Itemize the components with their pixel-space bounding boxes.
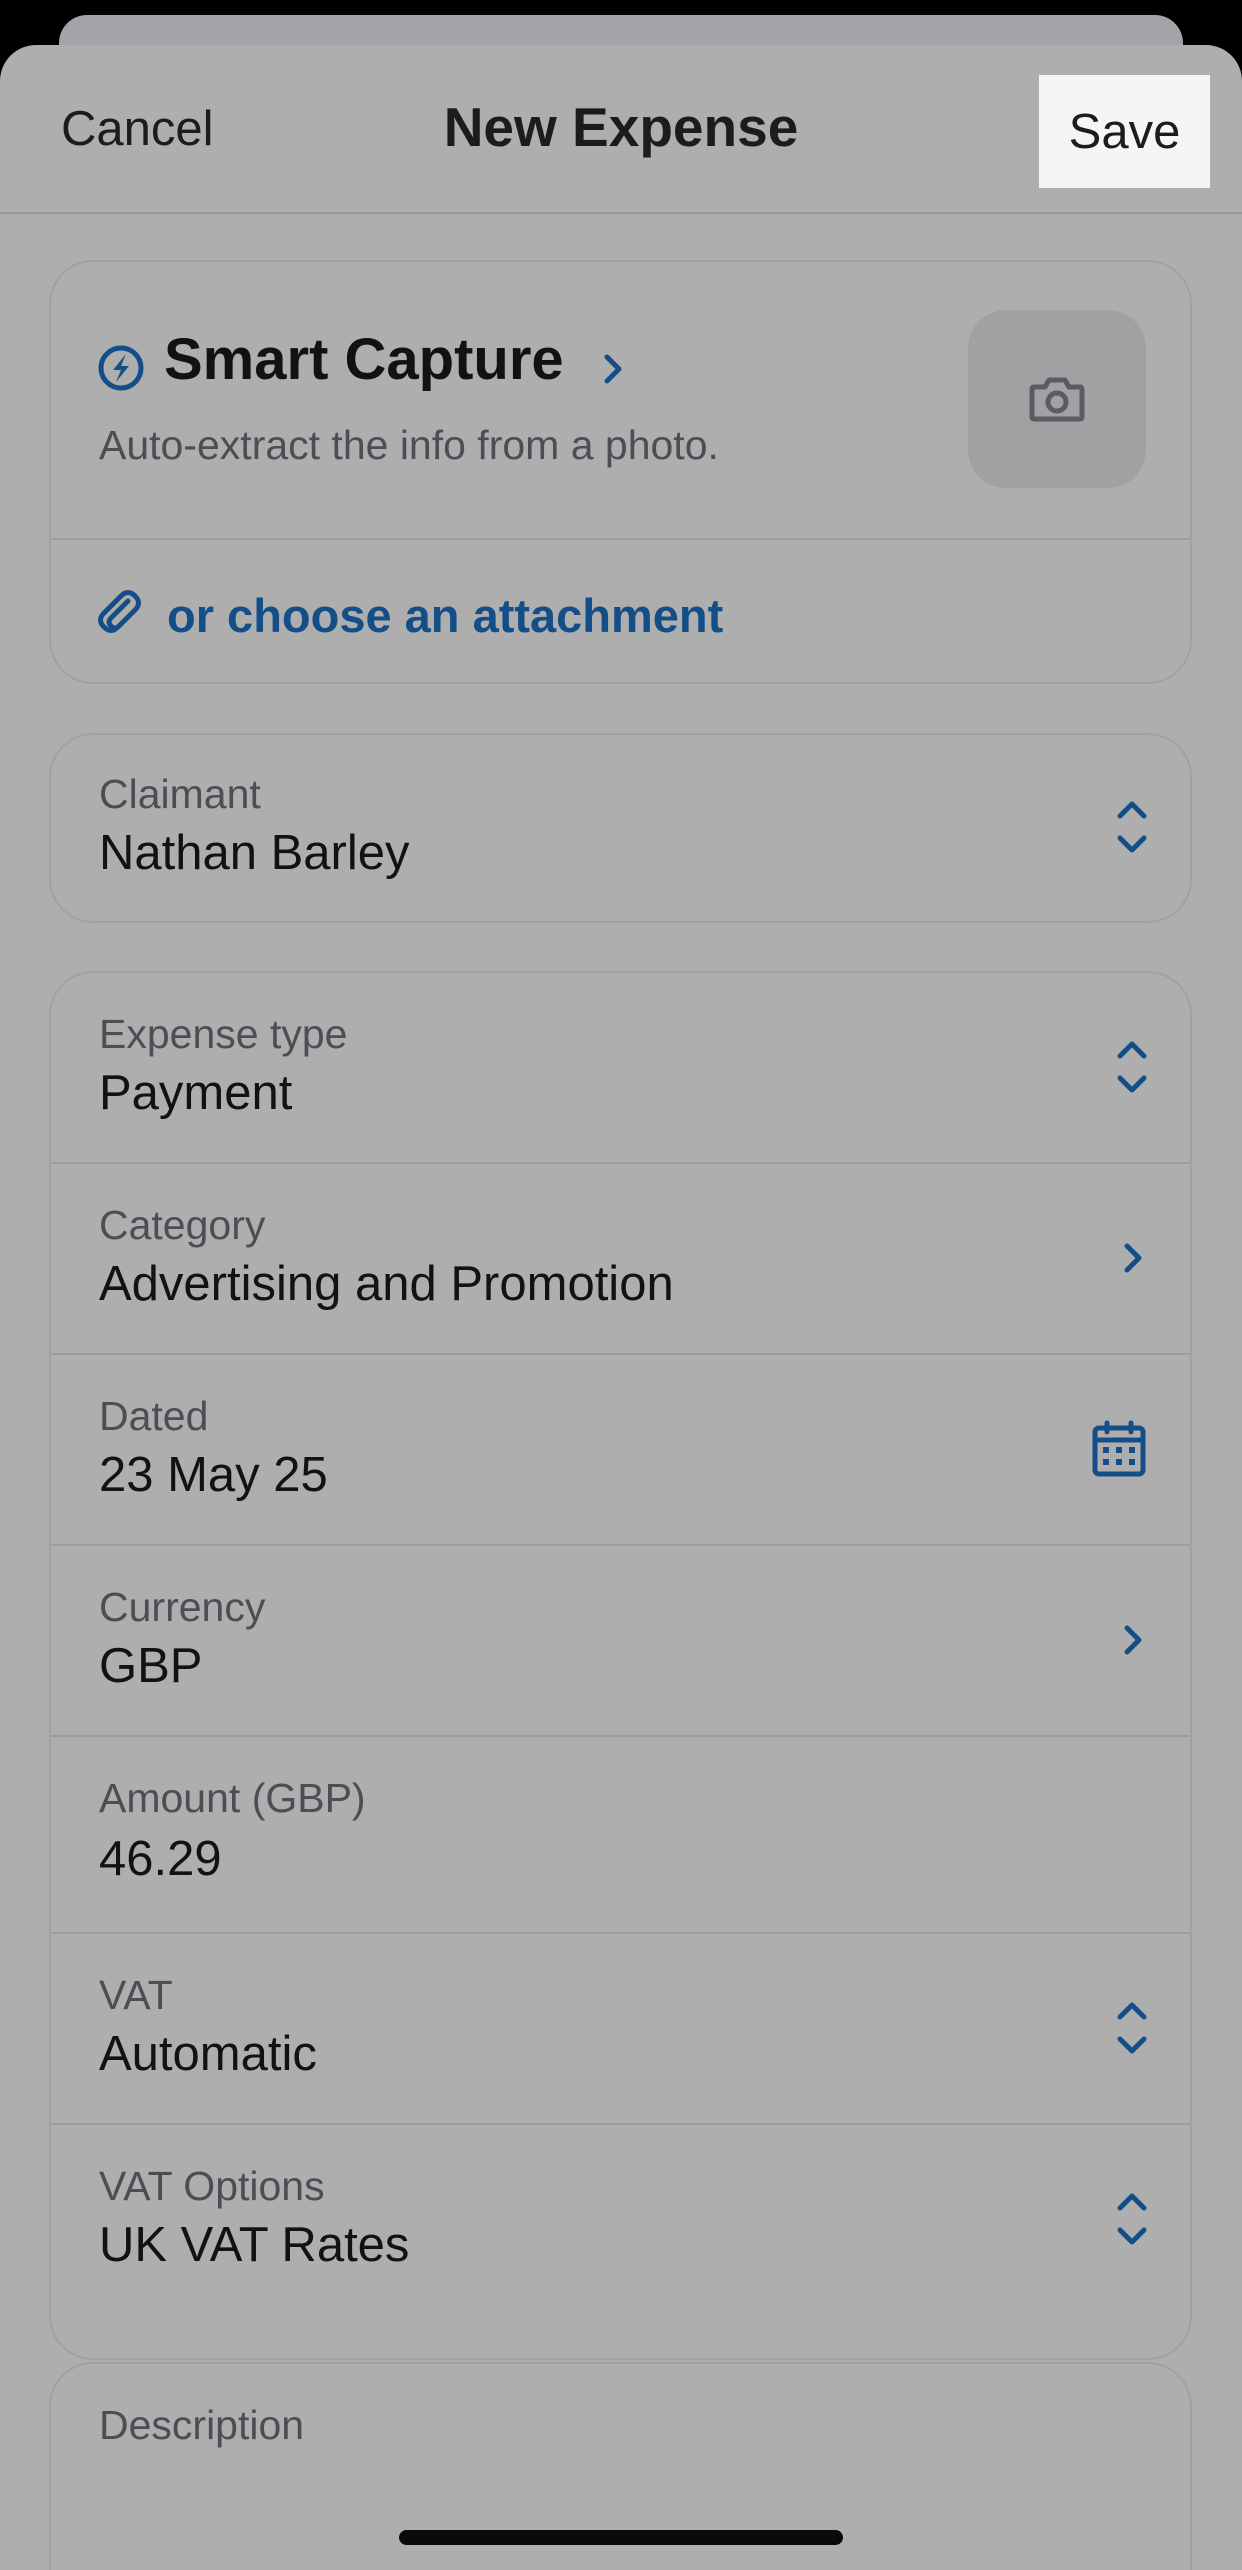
amount-value: 46.29 <box>99 1832 222 1886</box>
vat-options-value: UK VAT Rates <box>99 2218 410 2272</box>
description-label: Description <box>99 2402 305 2448</box>
dated-field[interactable]: Dated 23 May 25 <box>51 1355 1190 1546</box>
claimant-field[interactable]: Claimant Nathan Barley <box>51 735 1190 921</box>
vat-field[interactable]: VAT Automatic <box>51 1934 1190 2125</box>
camera-button[interactable] <box>968 310 1146 488</box>
choose-attachment-link[interactable]: or choose an attachment <box>51 540 1190 682</box>
paperclip-icon <box>98 590 141 633</box>
smart-capture-row[interactable]: Smart Capture Auto-extract the info from… <box>51 262 1190 540</box>
vat-options-label: VAT Options <box>99 2163 325 2209</box>
category-label: Category <box>99 1202 266 1248</box>
expense-details-card: Expense type Payment Category Advertisin… <box>49 971 1192 2360</box>
expense-type-label: Expense type <box>99 1011 348 1057</box>
up-down-chevron-icon <box>1117 2193 1147 2245</box>
calendar-icon <box>1092 1420 1146 1477</box>
chevron-right-icon <box>1124 1243 1142 1273</box>
claimant-card: Claimant Nathan Barley <box>49 733 1192 923</box>
amount-field[interactable]: Amount (GBP) 46.29 <box>51 1737 1190 1934</box>
attachment-label: or choose an attachment <box>167 589 724 642</box>
up-down-chevron-icon <box>1117 1041 1147 1093</box>
up-down-chevron-icon <box>1117 801 1147 853</box>
expense-type-value: Payment <box>99 1066 293 1120</box>
vat-options-field[interactable]: VAT Options UK VAT Rates <box>51 2125 1190 2358</box>
up-down-chevron-icon <box>1117 2002 1147 2054</box>
smart-capture-subtitle: Auto-extract the info from a photo. <box>99 422 719 468</box>
home-indicator[interactable] <box>399 2530 843 2545</box>
claimant-label: Claimant <box>99 771 261 817</box>
smart-capture-title: Smart Capture <box>164 327 564 392</box>
chevron-right-icon <box>604 354 622 384</box>
new-expense-sheet: Cancel New Expense Save Smart Capture Au… <box>0 45 1242 2570</box>
save-button[interactable]: Save <box>1039 75 1210 188</box>
currency-value: GBP <box>99 1639 203 1693</box>
vat-label: VAT <box>99 1972 173 2018</box>
navigation-bar: Cancel New Expense Save <box>0 45 1242 214</box>
chevron-right-icon <box>1124 1625 1142 1655</box>
dated-label: Dated <box>99 1393 209 1439</box>
camera-icon <box>1029 377 1085 422</box>
dated-value: 23 May 25 <box>99 1448 328 1502</box>
claimant-value: Nathan Barley <box>99 826 410 880</box>
expense-type-field[interactable]: Expense type Payment <box>51 973 1190 1164</box>
amount-label: Amount (GBP) <box>99 1775 366 1821</box>
vat-value: Automatic <box>99 2027 317 2081</box>
smart-capture-bolt-icon <box>98 345 144 391</box>
currency-label: Currency <box>99 1584 266 1630</box>
category-field[interactable]: Category Advertising and Promotion <box>51 1164 1190 1355</box>
category-value: Advertising and Promotion <box>99 1257 674 1311</box>
currency-field[interactable]: Currency GBP <box>51 1546 1190 1737</box>
smart-capture-card: Smart Capture Auto-extract the info from… <box>49 260 1192 684</box>
